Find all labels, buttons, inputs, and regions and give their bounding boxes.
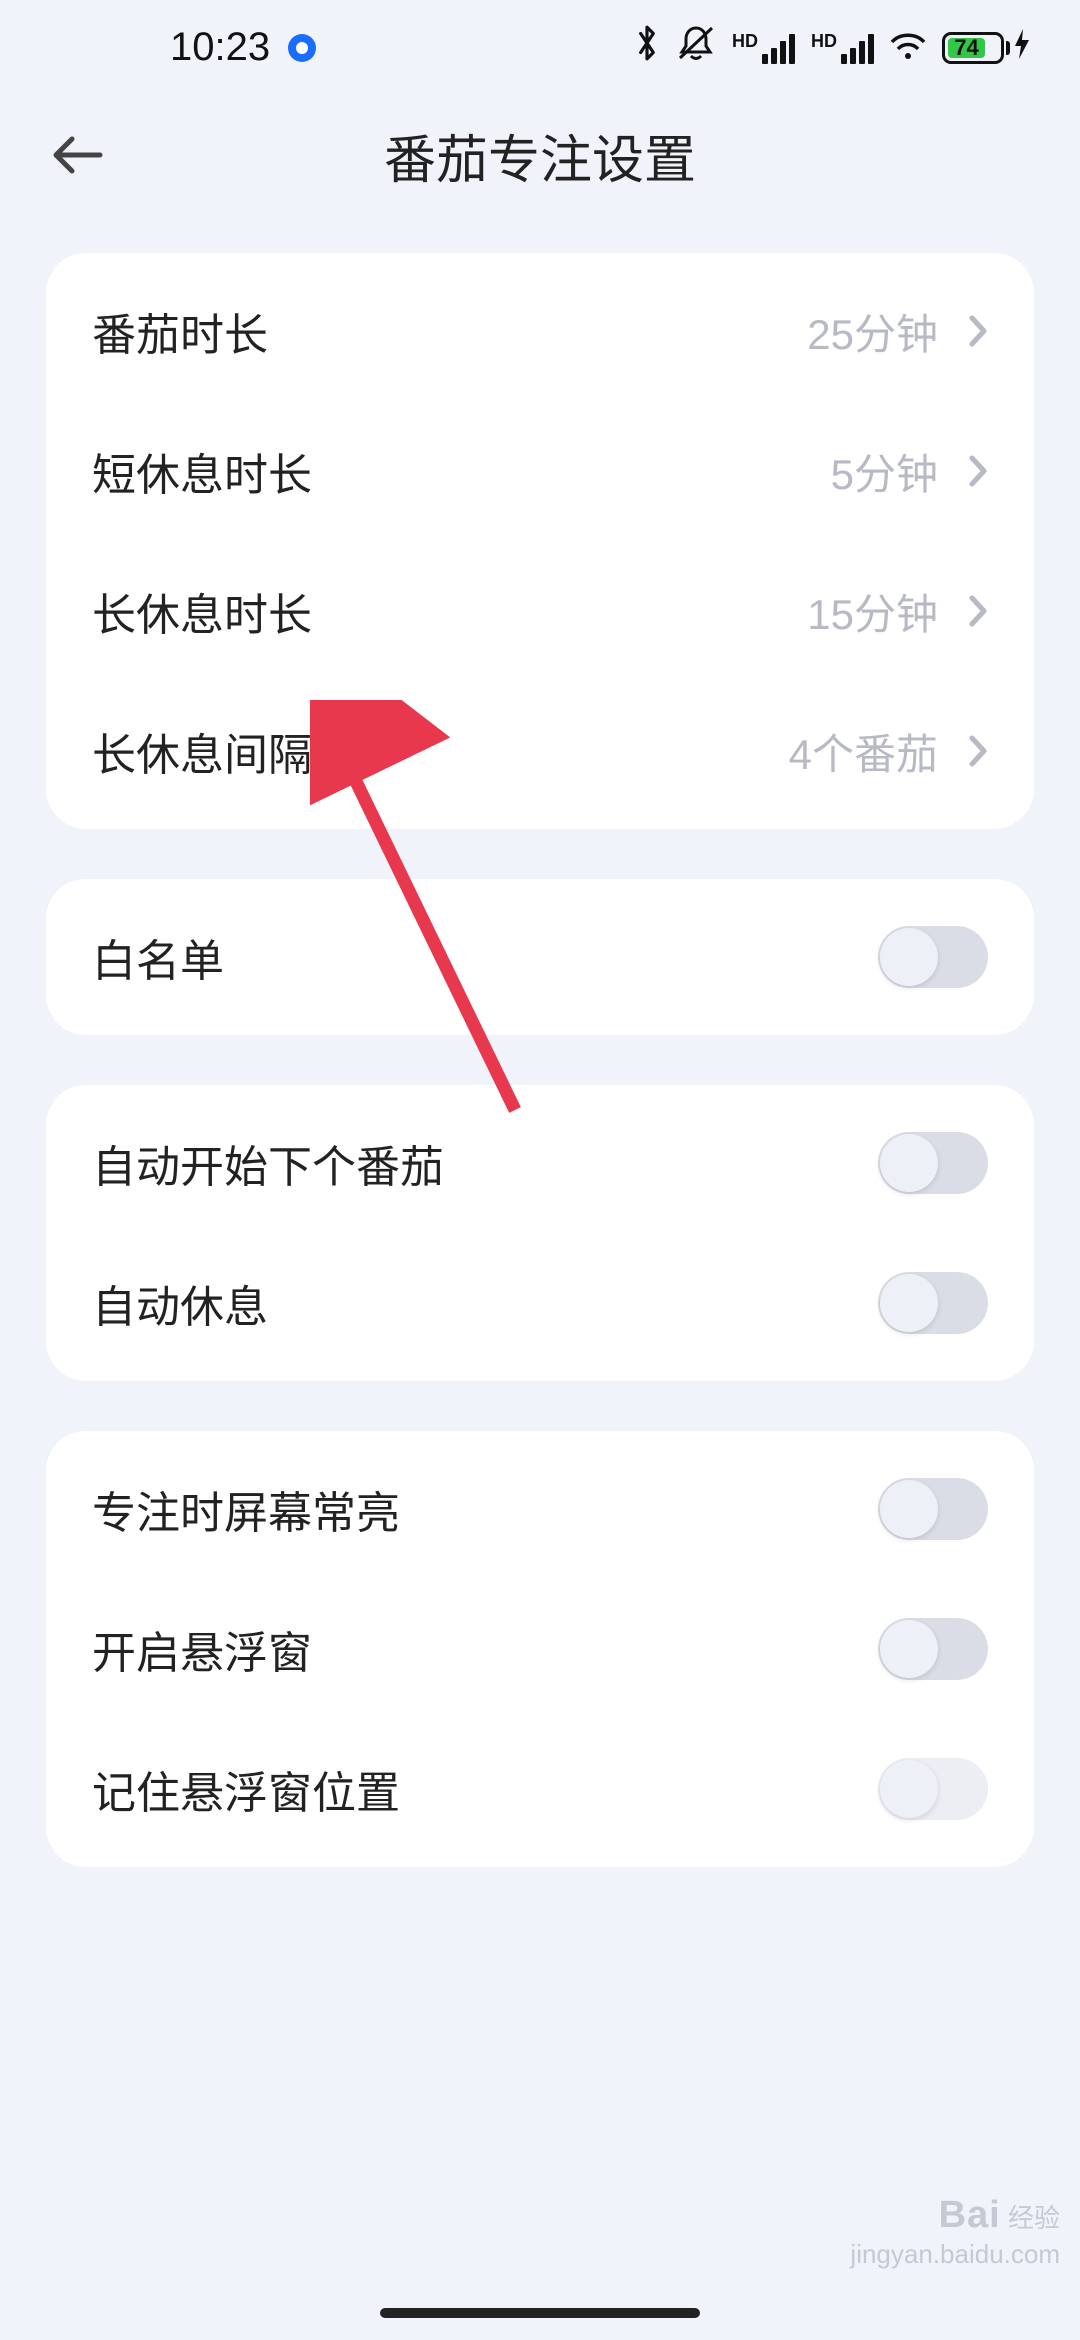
value-short-break: 5分钟 [831, 441, 938, 502]
whitelist-group: 白名单 [46, 879, 1034, 1035]
row-whitelist: 白名单 [46, 887, 1034, 1027]
label-short-break: 短休息时长 [92, 439, 312, 503]
signal-2: HD [811, 31, 874, 64]
label-auto-next: 自动开始下个番茄 [92, 1131, 444, 1195]
home-indicator[interactable] [380, 2308, 700, 2318]
toggle-whitelist[interactable] [878, 926, 988, 988]
label-long-break: 长休息时长 [92, 579, 312, 643]
row-pomodoro-duration[interactable]: 番茄时长 25分钟 [46, 261, 1034, 401]
label-remember-float: 记住悬浮窗位置 [92, 1757, 400, 1821]
row-long-break-interval[interactable]: 长休息间隔 4个番茄 [46, 681, 1034, 821]
duration-group: 番茄时长 25分钟 短休息时长 5分钟 长休息时长 15分钟 长休息间隔 4个番… [46, 253, 1034, 829]
chevron-right-icon [968, 314, 988, 348]
row-short-break[interactable]: 短休息时长 5分钟 [46, 401, 1034, 541]
chevron-right-icon [968, 734, 988, 768]
chevron-right-icon [968, 454, 988, 488]
status-bar: 10:23 HD HD 74 [0, 0, 1080, 95]
charging-bolt-icon [1014, 29, 1030, 66]
row-long-break[interactable]: 长休息时长 15分钟 [46, 541, 1034, 681]
toggle-auto-rest[interactable] [878, 1272, 988, 1334]
toggle-floating[interactable] [878, 1618, 988, 1680]
battery-percent: 74 [948, 38, 985, 58]
toggle-remember-float[interactable] [878, 1758, 988, 1820]
watermark-brand: Bai [939, 2194, 1001, 2236]
value-long-break: 15分钟 [807, 581, 938, 642]
watermark-url: jingyan.baidu.com [850, 2239, 1060, 2270]
watermark: Bai 经验 jingyan.baidu.com [850, 2193, 1060, 2270]
battery-icon: 74 [942, 29, 1030, 66]
label-whitelist: 白名单 [92, 925, 224, 989]
dnd-icon [676, 24, 716, 72]
wifi-icon [890, 25, 926, 70]
bluetooth-icon [634, 24, 660, 72]
toggle-screen-on[interactable] [878, 1478, 988, 1540]
status-left: 10:23 [170, 25, 316, 70]
status-right: HD HD 74 [634, 24, 1030, 72]
label-long-break-interval: 长休息间隔 [92, 719, 312, 783]
value-long-break-interval: 4个番茄 [789, 721, 938, 782]
row-screen-on: 专注时屏幕常亮 [46, 1439, 1034, 1579]
page-header: 番茄专注设置 [0, 95, 1080, 215]
value-pomodoro-duration: 25分钟 [807, 301, 938, 362]
label-floating: 开启悬浮窗 [92, 1617, 312, 1681]
settings-content: 番茄时长 25分钟 短休息时长 5分钟 长休息时长 15分钟 长休息间隔 4个番… [0, 215, 1080, 1867]
hd-label-2: HD [811, 31, 837, 52]
auto-group: 自动开始下个番茄 自动休息 [46, 1085, 1034, 1381]
display-group: 专注时屏幕常亮 开启悬浮窗 记住悬浮窗位置 [46, 1431, 1034, 1867]
page-title: 番茄专注设置 [0, 118, 1080, 193]
record-indicator-icon [288, 34, 316, 62]
hd-label-1: HD [732, 31, 758, 52]
status-time: 10:23 [170, 25, 270, 70]
label-pomodoro-duration: 番茄时长 [92, 299, 268, 363]
toggle-auto-next[interactable] [878, 1132, 988, 1194]
row-floating: 开启悬浮窗 [46, 1579, 1034, 1719]
row-auto-next: 自动开始下个番茄 [46, 1093, 1034, 1233]
row-auto-rest: 自动休息 [46, 1233, 1034, 1373]
label-screen-on: 专注时屏幕常亮 [92, 1477, 400, 1541]
signal-1: HD [732, 31, 795, 64]
row-remember-float: 记住悬浮窗位置 [46, 1719, 1034, 1859]
chevron-right-icon [968, 594, 988, 628]
watermark-brand2: 经验 [1008, 2203, 1060, 2233]
label-auto-rest: 自动休息 [92, 1271, 268, 1335]
